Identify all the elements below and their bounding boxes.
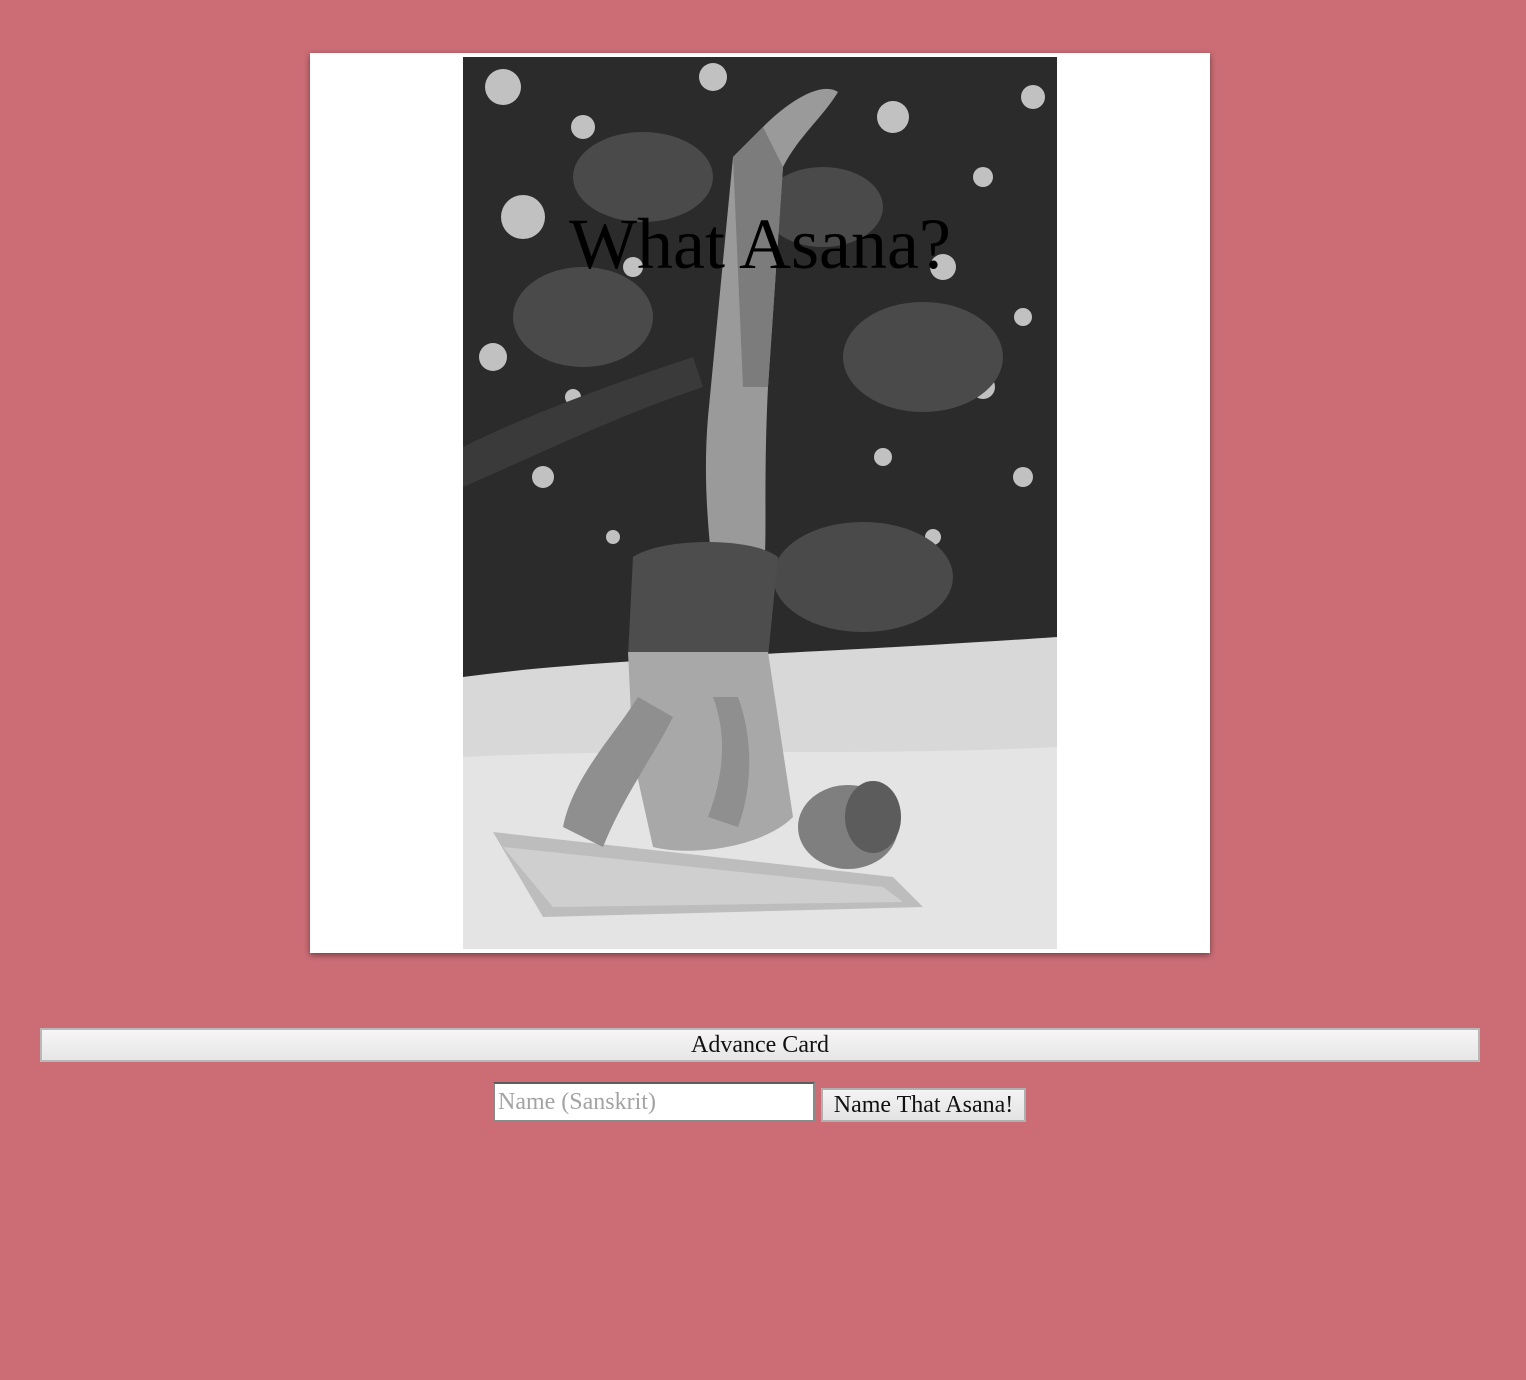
card-title: What Asana? [569, 204, 951, 284]
asana-card: What Asana? [310, 53, 1210, 953]
asana-photo [463, 57, 1057, 949]
advance-card-button[interactable]: Advance Card [40, 1028, 1480, 1062]
name-that-asana-button[interactable]: Name That Asana! [821, 1088, 1026, 1122]
asana-name-input[interactable] [493, 1082, 815, 1122]
